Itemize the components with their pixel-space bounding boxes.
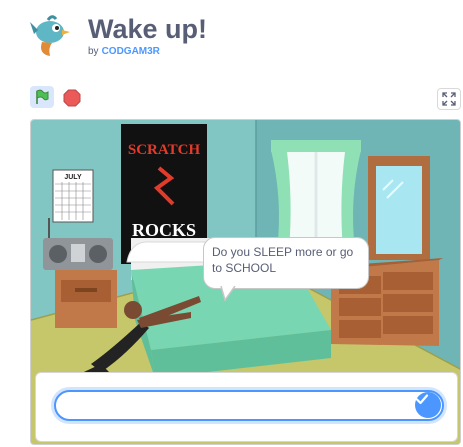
poster-text-top: SCRATCH (128, 142, 201, 158)
project-stage[interactable]: JULY SCRATCH ROCKS Do you SLEEP more or … (30, 119, 461, 445)
project-title: Wake up! (88, 14, 208, 44)
project-byline: by CODGAM3R (88, 46, 160, 57)
green-flag-icon (36, 89, 49, 104)
speech-bubble: Do you SLEEP more or go to SCHOOL (203, 237, 369, 289)
calendar-month: JULY (64, 174, 82, 181)
by-label: by (88, 46, 99, 57)
checkmark-icon (415, 394, 429, 405)
ask-answer-input[interactable] (54, 390, 444, 421)
author-link[interactable]: CODGAM3R (102, 46, 160, 57)
ask-prompt-panel (35, 372, 458, 442)
ask-submit-button[interactable] (415, 392, 441, 418)
project-thumbnail[interactable] (28, 14, 74, 58)
stop-sign-icon (63, 89, 81, 107)
stage-controls (0, 84, 463, 116)
project-header: Wake up! by CODGAM3R (0, 0, 463, 80)
window (271, 140, 361, 250)
speech-bubble-tail (220, 286, 236, 302)
poster-text-bottom: ROCKS (132, 220, 196, 240)
nightstand (55, 270, 117, 328)
fullscreen-button[interactable] (437, 88, 461, 110)
calendar: JULY (52, 169, 94, 223)
stop-button[interactable] (61, 87, 83, 109)
fullscreen-icon (442, 92, 456, 106)
green-flag-button[interactable] (30, 86, 54, 108)
dresser-mirror (368, 156, 430, 260)
